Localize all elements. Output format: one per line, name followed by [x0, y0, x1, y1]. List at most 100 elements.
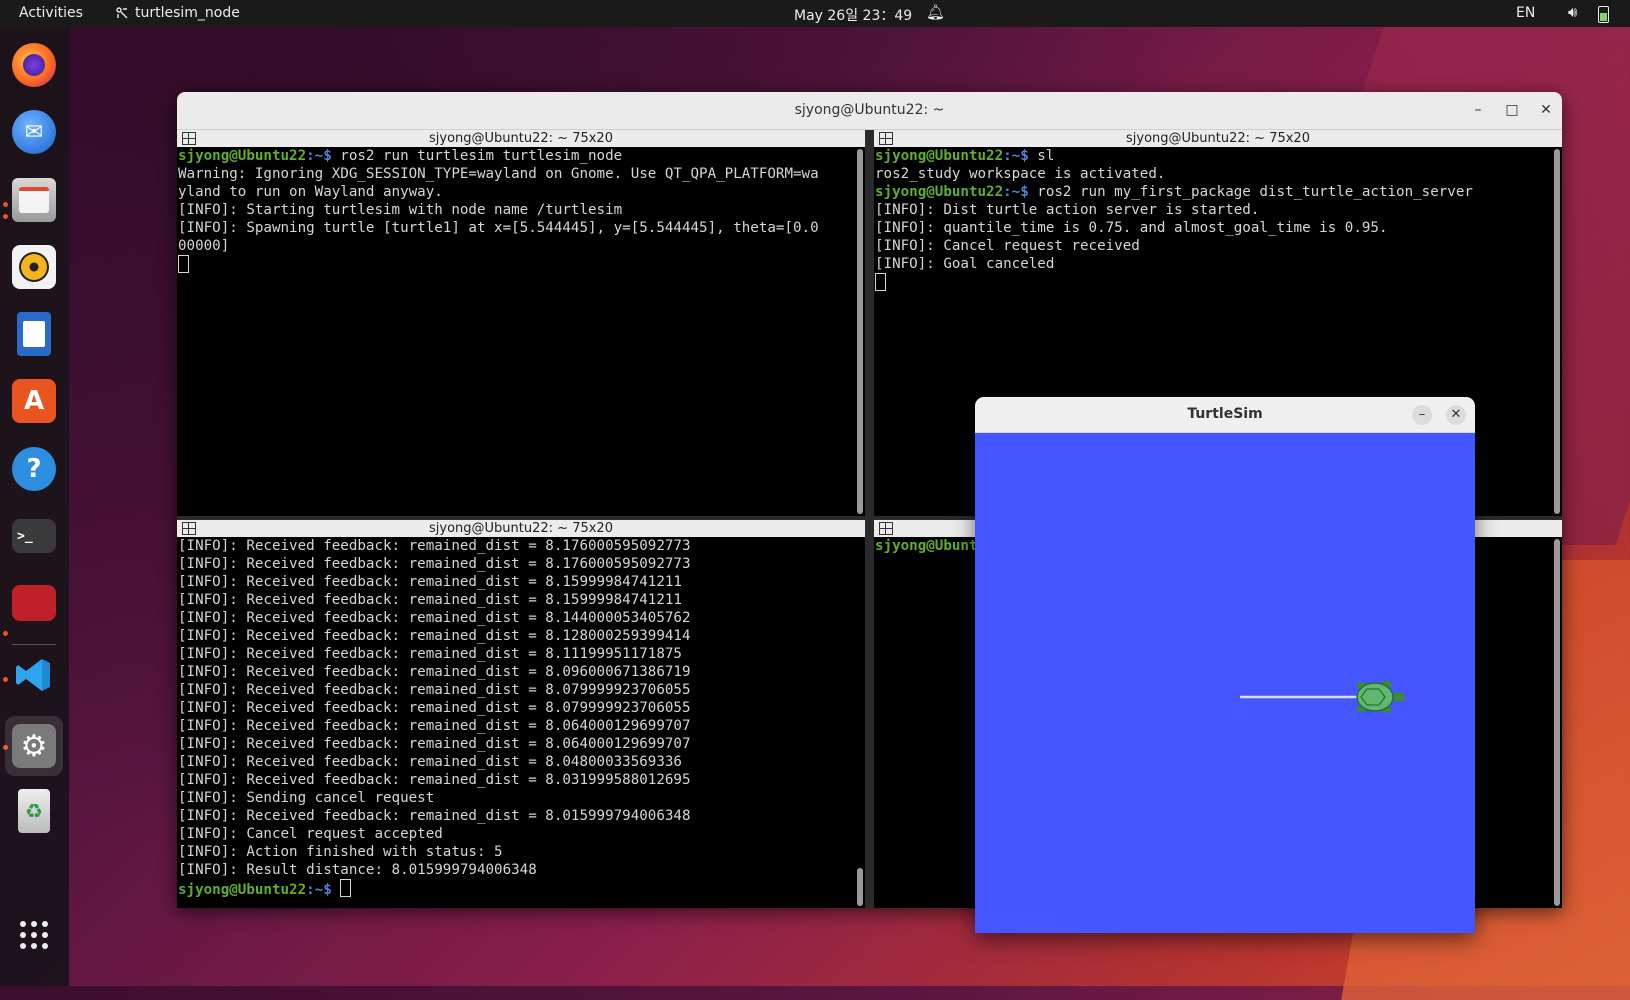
- terminal-pane-bottom-left[interactable]: sjyong@Ubuntu22: ~ 75x20 [INFO]: Receive…: [177, 520, 865, 908]
- pane-header: sjyong@Ubuntu22: ~ 75x20: [874, 130, 1562, 147]
- dock-writer[interactable]: [10, 310, 58, 358]
- terminal-output[interactable]: [INFO]: Received feedback: remained_dist…: [178, 537, 853, 908]
- dock-vscode[interactable]: [10, 651, 58, 699]
- app-center-icon: A: [12, 379, 56, 423]
- output-line: [INFO]: Received feedback: remained_dist…: [178, 736, 691, 752]
- output-line: [INFO]: Cancel request received: [875, 238, 1140, 254]
- output-line: [INFO]: Received feedback: remained_dist…: [178, 610, 691, 626]
- window-title: TurtleSim: [1187, 406, 1263, 422]
- battery-icon[interactable]: [1598, 6, 1609, 23]
- output-line: [INFO]: Result distance: 8.0159997940063…: [178, 862, 537, 878]
- prompt-path: :~$: [306, 148, 341, 164]
- files-icon: [12, 178, 56, 222]
- vscode-icon: [12, 653, 56, 697]
- prompt-user: sjyong@Ubuntu: [875, 538, 987, 554]
- output-line: [INFO]: Received feedback: remained_dist…: [178, 646, 682, 662]
- scrollbar[interactable]: [857, 868, 863, 906]
- show-apps-icon: [20, 921, 48, 949]
- help-icon: ?: [12, 447, 56, 491]
- output-line: ros2_study workspace is activated.: [875, 166, 1166, 182]
- output-line: [INFO]: Received feedback: remained_dist…: [178, 682, 691, 698]
- libreoffice-writer-icon: [17, 312, 51, 356]
- turtlesim-app-icon: [116, 7, 128, 19]
- minimize-icon[interactable]: –: [1469, 101, 1487, 119]
- output-line: [INFO]: Dist turtle action server is sta…: [875, 202, 1260, 218]
- output-line: [INFO]: Received feedback: remained_dist…: [178, 538, 691, 554]
- app-menu[interactable]: turtlesim_node: [115, 5, 240, 21]
- output-line: [INFO]: quantile_time is 0.75. and almos…: [875, 220, 1388, 236]
- text-cursor: [875, 273, 886, 291]
- prompt-path: :~$: [306, 882, 341, 898]
- dock-app-center[interactable]: A: [10, 377, 58, 425]
- maximize-icon[interactable]: □: [1503, 101, 1521, 119]
- thunderbird-icon: ✉: [12, 110, 56, 154]
- prompt-path: :~$: [1003, 148, 1038, 164]
- terminator-icon: [12, 585, 56, 621]
- dock-terminal[interactable]: >_: [10, 512, 58, 560]
- output-line: [INFO]: Received feedback: remained_dist…: [178, 808, 691, 824]
- input-language[interactable]: EN: [1516, 5, 1535, 21]
- running-indicator: [3, 202, 8, 207]
- prompt-user: sjyong@Ubuntu22: [875, 148, 1004, 164]
- dock-show-apps[interactable]: [10, 911, 58, 959]
- dock-separator: [12, 644, 56, 645]
- top-bar: Activities turtlesim_node May 26일 23：49 …: [0, 0, 1630, 27]
- output-line: [INFO]: Starting turtlesim with node nam…: [178, 202, 623, 218]
- dock: ✉ A ? >_ ⚙ ♻: [0, 27, 69, 986]
- clock[interactable]: May 26일 23：49: [794, 5, 912, 25]
- minimize-icon[interactable]: –: [1412, 405, 1432, 425]
- turtle-icon: [1356, 681, 1405, 713]
- dock-rhythmbox[interactable]: [10, 243, 58, 291]
- window-title: sjyong@Ubuntu22: ~: [794, 102, 945, 118]
- dock-help[interactable]: ?: [10, 445, 58, 493]
- output-line: [INFO]: Spawning turtle [turtle1] at x=[…: [178, 220, 819, 236]
- dock-firefox[interactable]: [10, 41, 58, 89]
- scrollbar[interactable]: [857, 149, 863, 514]
- output-line: [INFO]: Received feedback: remained_dist…: [178, 754, 682, 770]
- dock-files[interactable]: [10, 176, 58, 224]
- pane-menu-icon[interactable]: [879, 132, 893, 145]
- activities-button[interactable]: Activities: [19, 5, 83, 21]
- window-titlebar[interactable]: sjyong@Ubuntu22: ~ – □ ✕: [177, 92, 1562, 130]
- output-line: [INFO]: Received feedback: remained_dist…: [178, 772, 691, 788]
- dock-settings[interactable]: ⚙: [5, 716, 63, 776]
- pane-header: sjyong@Ubuntu22: ~ 75x20: [177, 130, 865, 147]
- turtlesim-canvas: [1240, 681, 1405, 713]
- running-indicator: [3, 677, 8, 682]
- output-line: [INFO]: Sending cancel request: [178, 790, 435, 806]
- terminal-pane-top-left[interactable]: sjyong@Ubuntu22: ~ 75x20 sjyong@Ubuntu22…: [177, 130, 865, 516]
- notification-bell-icon: 🔔︎: [926, 3, 946, 21]
- output-line: Warning: Ignoring XDG_SESSION_TYPE=wayla…: [178, 166, 819, 182]
- close-icon[interactable]: ✕: [1446, 405, 1466, 425]
- scrollbar[interactable]: [1554, 539, 1560, 906]
- prompt-user: sjyong@Ubuntu22: [875, 184, 1004, 200]
- running-indicator: [3, 631, 8, 636]
- pane-menu-icon[interactable]: [182, 132, 196, 145]
- output-line: 00000]: [178, 238, 230, 254]
- window-titlebar[interactable]: TurtleSim – ✕: [975, 397, 1475, 433]
- scrollbar[interactable]: [1554, 149, 1560, 514]
- command: ros2 run turtlesim turtlesim_node: [340, 148, 623, 164]
- trash-icon: ♻: [18, 789, 50, 833]
- pane-menu-icon[interactable]: [879, 522, 893, 535]
- app-name: turtlesim_node: [135, 5, 240, 21]
- prompt-user: sjyong@Ubuntu22: [178, 148, 307, 164]
- terminal-icon: >_: [12, 519, 56, 553]
- output-line: [INFO]: Goal canceled: [875, 256, 1055, 272]
- pane-title: sjyong@Ubuntu22: ~ 75x20: [429, 521, 613, 536]
- dock-terminator[interactable]: [10, 579, 58, 627]
- output-line: [INFO]: Received feedback: remained_dist…: [178, 556, 691, 572]
- pane-menu-icon[interactable]: [182, 522, 196, 535]
- dock-thunderbird[interactable]: ✉: [10, 108, 58, 156]
- output-line: [INFO]: Received feedback: remained_dist…: [178, 700, 691, 716]
- output-line: [INFO]: Received feedback: remained_dist…: [178, 718, 691, 734]
- output-line: yland to run on Wayland anyway.: [178, 184, 443, 200]
- output-line: [INFO]: Cancel request accepted: [178, 826, 443, 842]
- settings-icon: ⚙: [12, 724, 56, 768]
- output-line: [INFO]: Received feedback: remained_dist…: [178, 574, 682, 590]
- volume-icon[interactable]: 🔊︎: [1568, 3, 1577, 21]
- text-cursor: [178, 255, 189, 273]
- dock-trash[interactable]: ♻: [10, 787, 58, 835]
- close-icon[interactable]: ✕: [1537, 101, 1555, 119]
- terminal-output[interactable]: sjyong@Ubuntu22:~$ ros2 run turtlesim tu…: [178, 147, 853, 516]
